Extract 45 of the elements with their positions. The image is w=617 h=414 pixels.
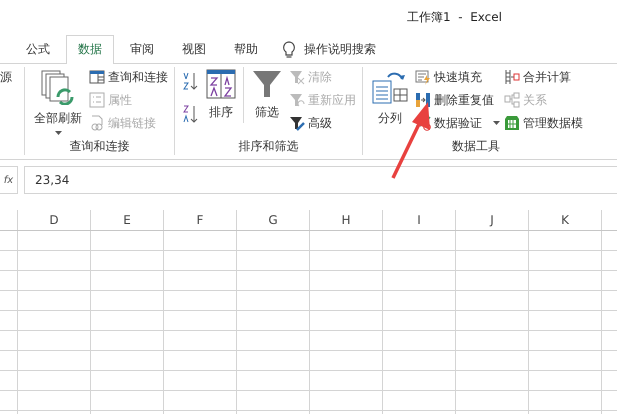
ribbon-button[interactable]: 源	[0, 67, 12, 87]
column-header[interactable]: I	[383, 210, 456, 230]
column-header[interactable]: H	[310, 210, 383, 230]
ribbon-button[interactable]: 筛选	[243, 67, 285, 123]
function-label: fx	[0, 166, 18, 194]
sort-grid-icon	[206, 69, 236, 99]
tell-me-search[interactable]: 操作说明搜索	[304, 36, 376, 63]
ribbon-tab[interactable]: 数据	[66, 35, 114, 64]
ribbon-tab[interactable]: 审阅	[118, 35, 166, 63]
ribbon-tab[interactable]: 帮助	[222, 35, 270, 63]
ribbon-button[interactable]: 管理数据模	[504, 113, 583, 133]
consolidate-icon	[504, 69, 520, 85]
ribbon-button[interactable]: 全部刷新	[31, 67, 85, 137]
ribbon-button[interactable]: 分列	[369, 67, 411, 129]
funnel-refresh-icon	[289, 92, 305, 108]
ribbon-button[interactable]: 删除重复值	[415, 90, 500, 110]
column-header[interactable]: K	[529, 210, 602, 230]
relationships-icon	[504, 92, 520, 108]
flash-fill-icon	[415, 69, 431, 85]
funnel-clear-icon	[289, 69, 305, 85]
data-model-icon	[504, 115, 520, 131]
ribbon-button[interactable]: 合并计算	[504, 67, 583, 87]
ribbon-tab[interactable]: 公式	[14, 35, 62, 63]
column-header[interactable]: F	[164, 210, 237, 230]
funnel-pencil-icon	[289, 115, 305, 131]
group-label: 查询和连接	[70, 138, 130, 155]
group-label: 数据工具	[452, 138, 500, 155]
funnel-icon	[252, 69, 282, 99]
column-header[interactable]: J	[456, 210, 529, 230]
table-pane-icon	[89, 69, 105, 85]
column-header[interactable]: D	[18, 210, 91, 230]
remove-duplicates-icon	[415, 92, 431, 108]
column-header[interactable]: E	[91, 210, 164, 230]
ribbon-button[interactable]: 查询和连接	[89, 67, 168, 87]
ribbon-tab[interactable]: 视图	[170, 35, 218, 63]
ribbon-button[interactable]: 高级	[289, 113, 356, 133]
ribbon-button[interactable]: 快速填充	[415, 67, 500, 87]
chain-link-icon	[89, 115, 105, 131]
column-header[interactable]: G	[237, 210, 310, 230]
formula-field[interactable]: 23,34	[24, 166, 617, 194]
properties-icon	[89, 92, 105, 108]
window-title: 工作簿1 - Excel	[406, 8, 502, 26]
ribbon-button[interactable]: 排序	[203, 67, 239, 123]
group-label: 排序和筛选	[238, 138, 298, 155]
pages-refresh-icon	[40, 69, 76, 105]
